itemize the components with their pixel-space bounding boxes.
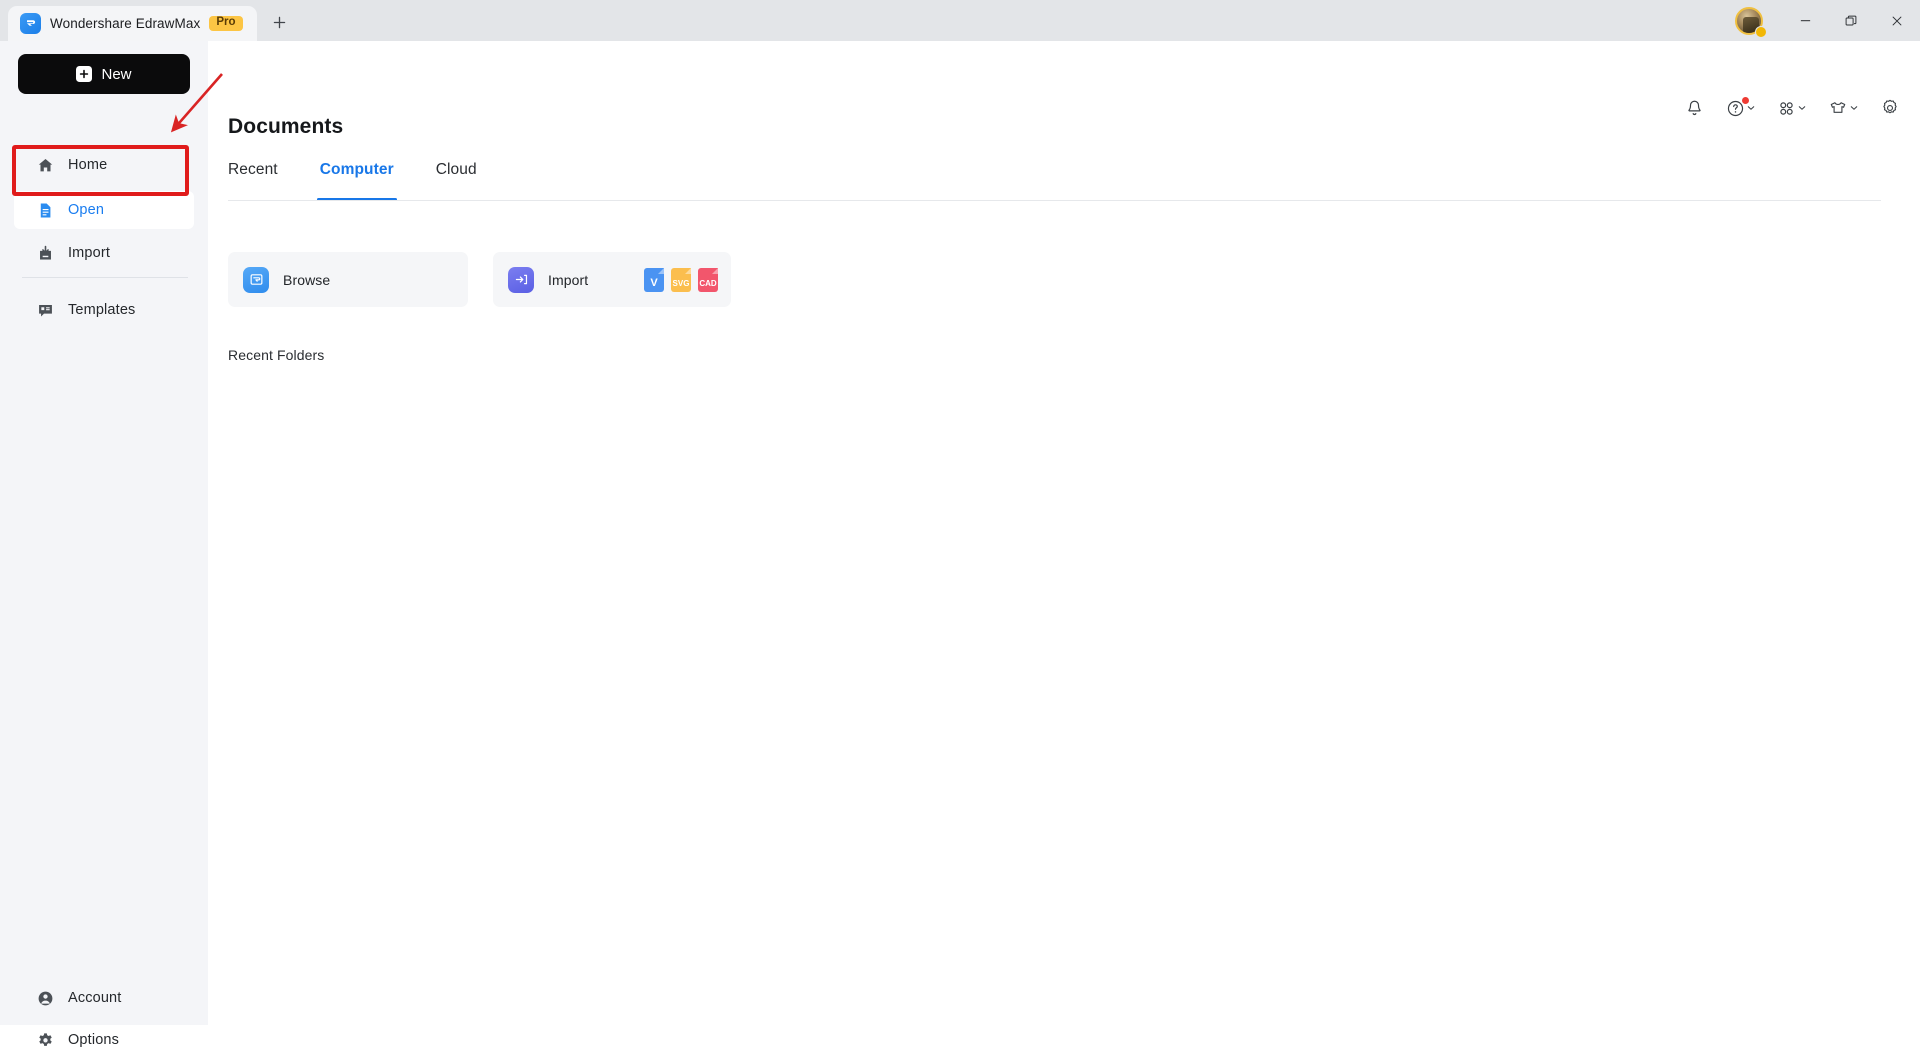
maximize-restore-icon[interactable] bbox=[1828, 0, 1874, 41]
grid-apps-icon[interactable] bbox=[1777, 99, 1806, 118]
close-icon[interactable] bbox=[1874, 0, 1920, 41]
help-circle-icon[interactable] bbox=[1726, 96, 1755, 118]
import-download-icon bbox=[36, 244, 55, 263]
title-bar: Wondershare EdrawMax Pro bbox=[0, 0, 1920, 41]
import-card[interactable]: Import V SVG CAD bbox=[493, 252, 731, 307]
browser-tab-strip: Wondershare EdrawMax Pro bbox=[0, 0, 297, 41]
tabs-divider bbox=[228, 200, 1881, 201]
pro-badge: Pro bbox=[209, 15, 243, 32]
shirt-theme-icon[interactable] bbox=[1828, 98, 1858, 118]
window-controls bbox=[1732, 0, 1920, 41]
sidebar: New Home Open Import Templates Account O… bbox=[0, 41, 208, 1048]
new-tab-button[interactable] bbox=[263, 5, 297, 39]
sidebar-item-label: Import bbox=[68, 245, 110, 261]
tab-computer[interactable]: Computer bbox=[316, 161, 397, 201]
supported-filetypes: V SVG CAD bbox=[644, 267, 718, 292]
sidebar-item-label: Home bbox=[68, 157, 108, 173]
new-button-label: New bbox=[101, 65, 132, 83]
import-card-label: Import bbox=[548, 271, 589, 288]
sidebar-item-open[interactable]: Open bbox=[14, 191, 194, 229]
gear-icon[interactable] bbox=[1880, 98, 1900, 118]
page-title: Documents bbox=[228, 115, 344, 138]
account-circle-icon bbox=[36, 989, 55, 1008]
new-button[interactable]: New bbox=[18, 54, 190, 94]
bell-icon[interactable] bbox=[1685, 99, 1704, 118]
sidebar-item-label: Open bbox=[68, 202, 105, 218]
avatar[interactable] bbox=[1732, 4, 1767, 38]
gear-icon bbox=[36, 1031, 55, 1050]
document-icon bbox=[36, 201, 55, 220]
sidebar-item-home[interactable]: Home bbox=[14, 146, 194, 184]
filetype-badge-cad: CAD bbox=[698, 267, 718, 292]
app-tab-title: Wondershare EdrawMax bbox=[50, 16, 201, 31]
minimize-icon[interactable] bbox=[1782, 0, 1828, 41]
main-content: Documents Recent Computer Cloud Browse I… bbox=[208, 41, 1920, 1025]
avatar-pro-badge-icon bbox=[1755, 25, 1767, 38]
chevron-down-icon bbox=[1798, 99, 1806, 117]
tab-cloud[interactable]: Cloud bbox=[436, 161, 477, 201]
home-icon bbox=[36, 156, 55, 175]
sidebar-item-label: Options bbox=[68, 1032, 120, 1048]
notification-dot-icon bbox=[1742, 96, 1749, 104]
recent-folders-title: Recent Folders bbox=[228, 347, 325, 363]
plus-square-icon bbox=[76, 66, 93, 82]
sidebar-item-import[interactable]: Import bbox=[14, 234, 194, 272]
document-tabs: Recent Computer Cloud bbox=[228, 161, 477, 201]
templates-icon bbox=[36, 301, 55, 320]
filetype-badge-svg: SVG bbox=[671, 267, 691, 292]
sidebar-item-account[interactable]: Account bbox=[14, 979, 194, 1017]
chevron-down-icon bbox=[1850, 99, 1858, 117]
filetype-badge-visio: V bbox=[644, 267, 664, 292]
tab-recent[interactable]: Recent bbox=[228, 161, 278, 201]
sidebar-divider bbox=[22, 277, 188, 278]
browse-card[interactable]: Browse bbox=[228, 252, 468, 307]
sidebar-item-templates[interactable]: Templates bbox=[14, 291, 194, 329]
header-action-bar bbox=[1685, 88, 1900, 128]
import-arrow-icon bbox=[508, 266, 534, 293]
browse-folder-icon bbox=[243, 266, 269, 293]
app-tab[interactable]: Wondershare EdrawMax Pro bbox=[8, 6, 257, 41]
sidebar-item-label: Account bbox=[68, 990, 122, 1006]
browse-card-label: Browse bbox=[283, 271, 331, 288]
edrawmax-logo-icon bbox=[20, 13, 41, 34]
sidebar-item-label: Templates bbox=[68, 302, 136, 318]
sidebar-item-options[interactable]: Options bbox=[14, 1021, 194, 1059]
